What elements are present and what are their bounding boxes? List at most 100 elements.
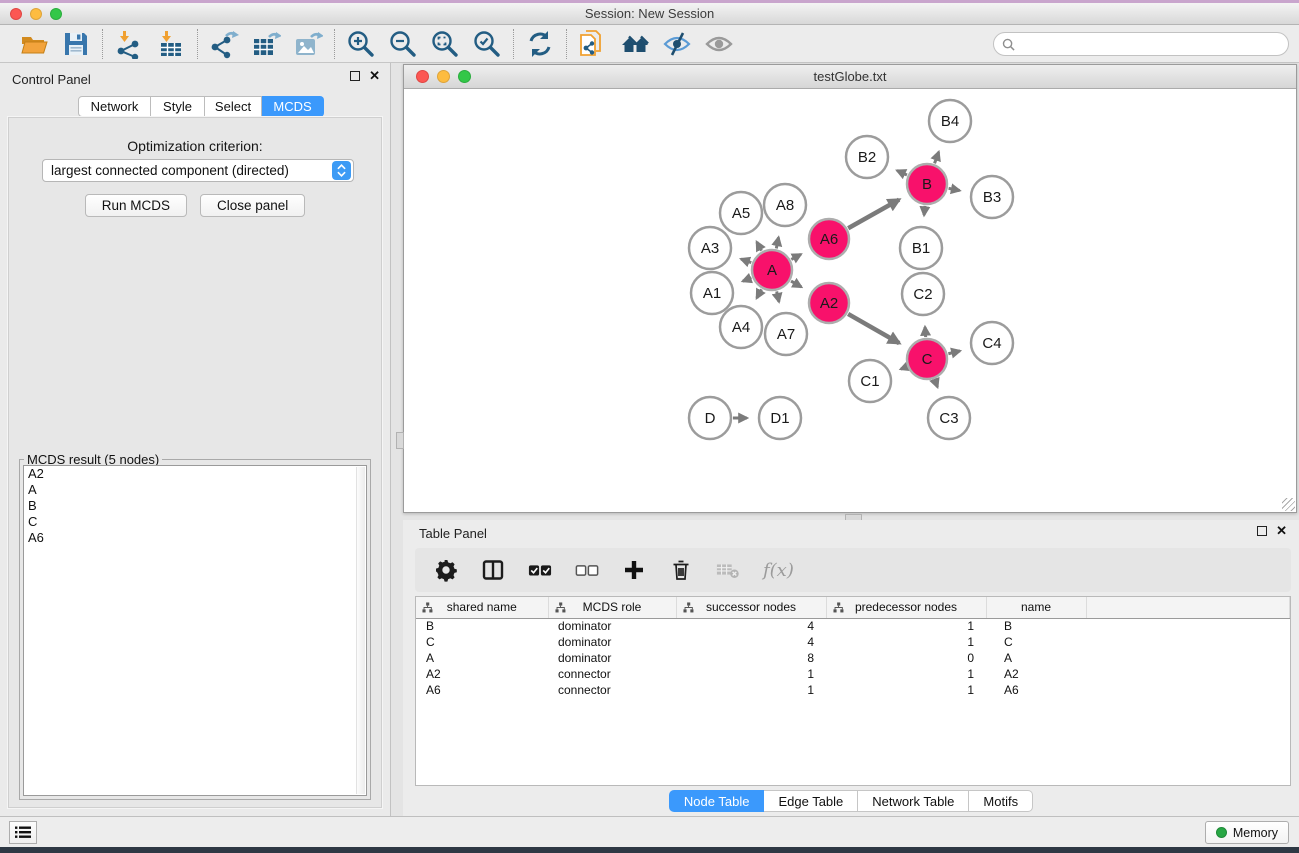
cell-shared-name[interactable]: A2: [416, 666, 548, 682]
close-table-panel-icon[interactable]: ✕: [1276, 526, 1287, 536]
search-field[interactable]: [993, 32, 1289, 56]
graph-node-D[interactable]: D: [689, 397, 731, 439]
graph-node-C1[interactable]: C1: [849, 360, 891, 402]
graph-node-B[interactable]: B: [907, 164, 947, 204]
graph-node-C2[interactable]: C2: [902, 273, 944, 315]
cell-predecessor-nodes[interactable]: 1: [826, 682, 986, 698]
zoom-out-button[interactable]: [387, 28, 419, 60]
delete-table-button[interactable]: [715, 557, 741, 583]
save-session-button[interactable]: [60, 28, 92, 60]
edge-A-A2[interactable]: [791, 281, 801, 287]
cell-MCDS-role[interactable]: dominator: [548, 618, 676, 634]
export-image-button[interactable]: [292, 28, 324, 60]
cell-MCDS-role[interactable]: dominator: [548, 634, 676, 650]
column-header-shared-name[interactable]: shared name: [416, 597, 548, 618]
graph-node-A[interactable]: A: [752, 250, 792, 290]
graph-node-A4[interactable]: A4: [720, 306, 762, 348]
graph-node-C4[interactable]: C4: [971, 322, 1013, 364]
table-settings-button[interactable]: [433, 557, 459, 583]
select-all-button[interactable]: [527, 557, 553, 583]
edge-B-B3[interactable]: [949, 188, 960, 190]
cell-MCDS-role[interactable]: dominator: [548, 650, 676, 666]
edge-A2-C[interactable]: [848, 314, 899, 343]
cell-MCDS-role[interactable]: connector: [548, 666, 676, 682]
cell-predecessor-nodes[interactable]: 1: [826, 634, 986, 650]
resize-grip[interactable]: [1282, 498, 1295, 511]
edge-A-A8[interactable]: [776, 237, 778, 248]
edge-A-A5[interactable]: [757, 242, 762, 251]
cell-successor-nodes[interactable]: 4: [676, 618, 826, 634]
close-panel-button[interactable]: Close panel: [200, 194, 305, 217]
edge-B-B2[interactable]: [897, 171, 907, 175]
result-item-a6[interactable]: A6: [24, 530, 366, 546]
tab-motifs[interactable]: Motifs: [969, 790, 1033, 812]
node-table[interactable]: shared nameMCDS rolesuccessor nodesprede…: [415, 596, 1291, 786]
cell-name[interactable]: A6: [986, 682, 1086, 698]
show-details-button[interactable]: [703, 28, 735, 60]
column-header-successor-nodes[interactable]: successor nodes: [676, 597, 826, 618]
network-window-titlebar[interactable]: testGlobe.txt: [404, 65, 1296, 89]
cell-successor-nodes[interactable]: 4: [676, 634, 826, 650]
import-network-button[interactable]: [113, 28, 145, 60]
graph-node-B2[interactable]: B2: [846, 136, 888, 178]
tab-select[interactable]: Select: [205, 96, 262, 117]
cell-shared-name[interactable]: C: [416, 634, 548, 650]
column-header-MCDS-role[interactable]: MCDS role: [548, 597, 676, 618]
tab-node-table[interactable]: Node Table: [669, 790, 765, 812]
column-header-predecessor-nodes[interactable]: predecessor nodes: [826, 597, 986, 618]
scrollbar-track[interactable]: [356, 467, 365, 794]
result-item-b[interactable]: B: [24, 498, 366, 514]
graph-node-B1[interactable]: B1: [900, 227, 942, 269]
result-item-a2[interactable]: A2: [24, 466, 366, 482]
tab-network[interactable]: Network: [78, 96, 151, 117]
cell-predecessor-nodes[interactable]: 0: [826, 650, 986, 666]
cell-name[interactable]: A2: [986, 666, 1086, 682]
function-builder-button[interactable]: f(x): [762, 559, 795, 582]
network-from-file-button[interactable]: [577, 28, 609, 60]
edge-A-A3[interactable]: [741, 259, 751, 263]
edge-B-B1[interactable]: [924, 206, 925, 215]
graph-node-A6[interactable]: A6: [809, 219, 849, 259]
network-canvas[interactable]: B4B2BB3A5A8A6B1A3AA1C2A2A4A7C4CC1C3DD1: [404, 89, 1296, 512]
edge-A-A4[interactable]: [757, 289, 762, 298]
edge-C-C4[interactable]: [948, 351, 960, 354]
graph-node-D1[interactable]: D1: [759, 397, 801, 439]
graph-node-A7[interactable]: A7: [765, 313, 807, 355]
graph-node-A5[interactable]: A5: [720, 192, 762, 234]
export-network-button[interactable]: [208, 28, 240, 60]
graph-node-B3[interactable]: B3: [971, 176, 1013, 218]
zoom-in-button[interactable]: [345, 28, 377, 60]
graph-node-A8[interactable]: A8: [764, 184, 806, 226]
graph-node-C[interactable]: C: [907, 339, 947, 379]
column-header-name[interactable]: name: [986, 597, 1086, 618]
criterion-select[interactable]: largest connected component (directed): [42, 159, 354, 182]
deselect-all-button[interactable]: [574, 557, 600, 583]
edge-A-A6[interactable]: [791, 254, 801, 259]
tab-network-table[interactable]: Network Table: [858, 790, 969, 812]
result-item-a[interactable]: A: [24, 482, 366, 498]
edge-A6-B[interactable]: [848, 200, 899, 229]
edge-A-A7[interactable]: [777, 291, 779, 301]
cell-name[interactable]: C: [986, 634, 1086, 650]
table-row[interactable]: Cdominator41C: [416, 634, 1290, 650]
graph-node-A2[interactable]: A2: [809, 283, 849, 323]
open-file-button[interactable]: [18, 28, 50, 60]
export-table-button[interactable]: [250, 28, 282, 60]
cell-shared-name[interactable]: A6: [416, 682, 548, 698]
cell-successor-nodes[interactable]: 1: [676, 666, 826, 682]
add-column-button[interactable]: [621, 557, 647, 583]
tab-mcds[interactable]: MCDS: [262, 96, 324, 117]
home-button[interactable]: [619, 28, 651, 60]
cell-predecessor-nodes[interactable]: 1: [826, 618, 986, 634]
cell-predecessor-nodes[interactable]: 1: [826, 666, 986, 682]
cell-shared-name[interactable]: A: [416, 650, 548, 666]
refresh-button[interactable]: [524, 28, 556, 60]
cell-successor-nodes[interactable]: 8: [676, 650, 826, 666]
cell-successor-nodes[interactable]: 1: [676, 682, 826, 698]
hide-details-button[interactable]: [661, 28, 693, 60]
zoom-selected-button[interactable]: [471, 28, 503, 60]
vertical-splitter-grip[interactable]: [396, 432, 404, 449]
graph-node-C3[interactable]: C3: [928, 397, 970, 439]
graph-node-A3[interactable]: A3: [689, 227, 731, 269]
tab-edge-table[interactable]: Edge Table: [764, 790, 858, 812]
